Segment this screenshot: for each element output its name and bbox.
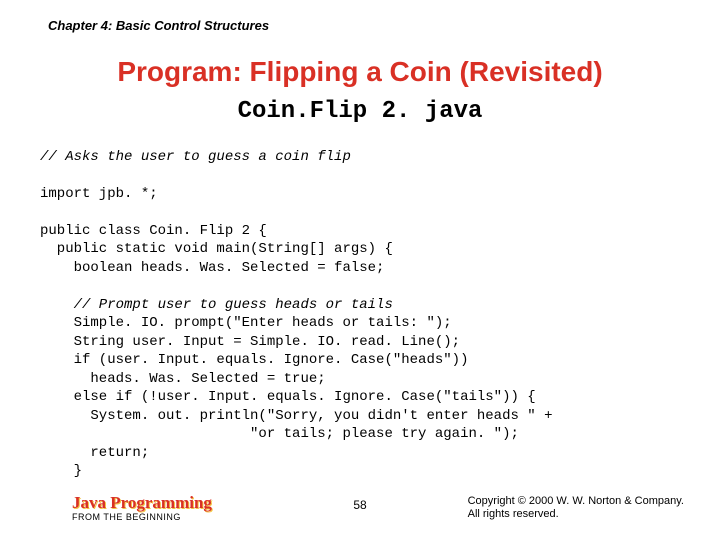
code-line: public static void main(String[] args) { — [40, 241, 393, 257]
code-line: String user. Input = Simple. IO. read. L… — [40, 334, 460, 350]
code-line: import jpb. *; — [40, 186, 158, 202]
copyright-line: All rights reserved. — [468, 508, 684, 522]
code-comment: // Asks the user to guess a coin flip — [40, 149, 351, 165]
code-line: else if (!user. Input. equals. Ignore. C… — [40, 389, 536, 405]
code-line: "or tails; please try again. "); — [40, 426, 519, 442]
code-comment: // Prompt user to guess heads or tails — [40, 297, 393, 313]
code-line: boolean heads. Was. Selected = false; — [40, 260, 384, 276]
chapter-header: Chapter 4: Basic Control Structures — [48, 18, 269, 33]
copyright-line: Copyright © 2000 W. W. Norton & Company. — [468, 495, 684, 509]
code-line: if (user. Input. equals. Ignore. Case("h… — [40, 352, 468, 368]
code-line: Simple. IO. prompt("Enter heads or tails… — [40, 315, 452, 331]
code-line: public class Coin. Flip 2 { — [40, 223, 267, 239]
code-line: System. out. println("Sorry, you didn't … — [40, 408, 552, 424]
code-line: } — [40, 463, 82, 479]
code-line: heads. Was. Selected = true; — [40, 371, 326, 387]
copyright-block: Copyright © 2000 W. W. Norton & Company.… — [468, 495, 684, 523]
brand-subtitle: FROM THE BEGINNING — [72, 513, 212, 522]
slide-title: Program: Flipping a Coin (Revisited) — [0, 56, 720, 88]
code-line: return; — [40, 445, 149, 461]
code-block: // Asks the user to guess a coin flip im… — [40, 148, 680, 480]
slide-subtitle: Coin.Flip 2. java — [0, 98, 720, 125]
